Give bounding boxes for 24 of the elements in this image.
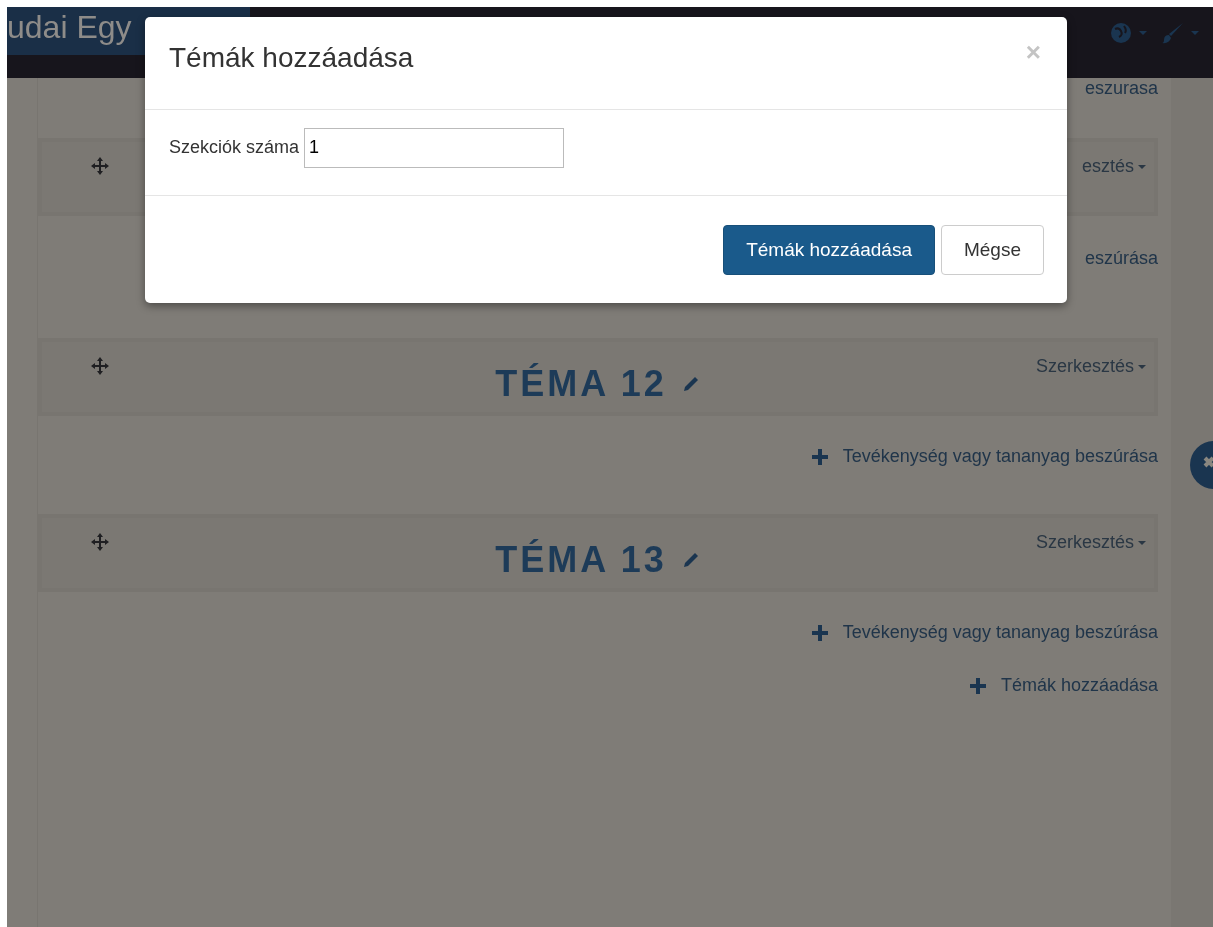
caret-icon [1191,31,1199,35]
drawer-toggle-icon[interactable] [1189,440,1213,490]
plus-icon [810,623,829,642]
add-link[interactable]: Tevékenység vagy tananyag beszúrása [810,446,1158,467]
input-field[interactable]: 1 [304,127,565,168]
add-link[interactable]: eszúrása [1084,248,1158,269]
submit-button[interactable]: Témák hozzáadása [723,224,935,275]
plus-icon [810,447,829,466]
edit-menu-link[interactable]: Szerkesztés [1035,532,1146,553]
move-icon[interactable] [90,356,110,376]
plus-icon [968,676,987,695]
section-title: TÉMA 12 [495,363,667,405]
field-label: Szekciók száma [169,137,300,158]
add-link[interactable]: Témák hozzáadása [968,675,1158,696]
caret-icon [1139,31,1147,35]
add-link[interactable]: Tevékenység vagy tananyag beszúrása [810,622,1158,643]
move-icon[interactable] [90,156,110,176]
move-icon[interactable] [90,532,110,552]
add-link[interactable]: eszurasa [1084,78,1158,99]
cancel-button[interactable]: Mégse [940,224,1044,275]
edit-menu-link[interactable]: esztés [1081,156,1146,177]
section-title: TÉMA 13 [495,539,667,581]
close-button[interactable]: × [1019,36,1047,68]
edit-menu-link[interactable]: Szerkesztés [1035,356,1146,377]
